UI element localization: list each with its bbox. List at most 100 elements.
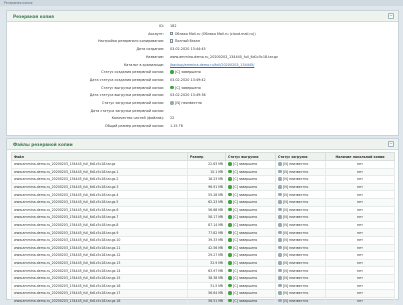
backup-details-fields: ID: 182 Аккаунт: Облако Mail.ru (Облако Mai… (7, 23, 398, 135)
field-value: 1.15 Гб (170, 123, 183, 131)
download-status-text: [N] неизвестно (283, 291, 309, 296)
field-value: Облако Mail.ru (Облако Mail.ru (cloud.ma… (170, 31, 256, 39)
table-row: www.ammina-demo.ru_20200203_134445_full_… (11, 235, 395, 245)
local-copy-cell: нет (325, 197, 395, 207)
table-row: www.ammina-demo.ru_20200203_134445_full_… (11, 266, 395, 275)
files-table: Файл Размер Статус выгрузки Статус загру… (11, 152, 395, 305)
column-header-size[interactable]: Размер (187, 152, 226, 161)
field-value-text: www.ammina-demo.ru_20200203_134445_full_… (170, 54, 278, 59)
field-label: Статус создания резервной копии: (101, 70, 164, 75)
field-value-text: Полный бэкап (174, 39, 200, 44)
upload-status-cell: [С] завершено (225, 190, 276, 199)
status-ok-icon (228, 276, 232, 280)
status-ok-icon (228, 192, 232, 197)
local-copy-cell: нет (325, 251, 395, 260)
status-ok-icon (228, 283, 232, 288)
table-row: www.ammina-demo.ru_20200203_134445_full_… (11, 197, 395, 207)
files-table-wrap: Файл Размер Статус выгрузки Статус загру… (11, 152, 395, 305)
top-title: Резервная копия (4, 1, 33, 5)
field-value: Полный бэкап (170, 38, 200, 46)
field-row: Аккаунт: Облако Mail.ru (Облако Mail.ru (… (7, 31, 398, 39)
download-status-text: [N] неизвестно (283, 283, 309, 288)
table-row: www.ammina-demo.ru_20200203_134445_full_… (11, 175, 395, 184)
download-status-cell: [N] неизвестно (275, 220, 326, 230)
table-row: www.ammina-demo.ru_20200203_134445_full_… (11, 190, 395, 199)
download-status-cell: [N] неизвестно (275, 266, 326, 275)
file-size-cell: 56.51 Мб (187, 296, 226, 305)
table-row: www.ammina-demo.ru_20200203_134445_full_… (11, 273, 395, 283)
collapse-icon[interactable]: − (388, 13, 394, 19)
download-status-text: [N] неизвестно (283, 230, 309, 235)
field-label: Общий размер резервной копии: (104, 124, 164, 129)
column-header-local-copy[interactable]: Наличие локальной копии (325, 152, 395, 161)
field-value-text: 182 (170, 24, 177, 28)
status-ok-icon (228, 177, 232, 181)
storage-folder-link[interactable]: /backup/ammina-demo.ru/full/20200203_134… (170, 63, 254, 67)
upload-status-cell: [С] завершено (225, 296, 276, 305)
local-copy-cell: нет (325, 205, 395, 215)
column-header-upload-status[interactable]: Статус выгрузки (225, 152, 276, 161)
top-bar (0, 0, 403, 6)
download-status-text: [N] неизвестно (283, 268, 309, 273)
field-value[interactable]: /backup/ammina-demo.ru/full/20200203_134… (170, 62, 254, 70)
collapse-icon[interactable]: − (388, 141, 394, 147)
file-name-cell: www.ammina-demo.ru_20200203_134445_full_… (11, 167, 188, 177)
status-unknown-icon (278, 177, 282, 181)
download-status-cell: [N] неизвестно (275, 197, 326, 207)
field-value-text: 03.02.2020 13:49:42 (170, 77, 206, 82)
file-size-cell: 87.14 Мб (187, 220, 226, 230)
field-label: Дата статуса выгрузки резервной копии: (89, 93, 164, 98)
upload-status-cell: [С] завершено (225, 273, 276, 283)
column-header-download-status[interactable]: Статус загрузки (275, 152, 326, 161)
status-unknown-icon (278, 192, 282, 197)
upload-status-cell: [С] завершено (225, 266, 276, 275)
file-name-cell: www.ammina-demo.ru_20200203_134445_full_… (11, 296, 188, 305)
status-ok-icon (228, 169, 232, 174)
status-icon (170, 100, 174, 105)
field-value: [N] неизвестно (170, 100, 202, 108)
status-ok-icon (228, 268, 232, 273)
backup-details-header: Резервная копия − (7, 11, 398, 22)
upload-status-text: [С] завершено (233, 261, 258, 266)
file-name-cell: www.ammina-demo.ru_20200203_134445_full_… (11, 213, 188, 222)
column-header-file[interactable]: Файл (11, 152, 188, 161)
local-copy-cell: нет (325, 160, 395, 169)
status-unknown-icon (278, 215, 282, 219)
status-icon (170, 70, 174, 74)
status-unknown-icon (278, 200, 282, 204)
file-size-cell: 10.1 Мб (187, 167, 226, 177)
status-unknown-icon (278, 162, 282, 166)
local-copy-cell: нет (325, 228, 395, 237)
download-status-cell: [N] неизвестно (275, 281, 326, 291)
field-row: Общий размер резервной копии: 1.15 Гб (7, 123, 398, 131)
file-size-cell: 77.82 Мб (187, 228, 226, 237)
local-copy-cell: нет (325, 296, 395, 305)
file-size-cell: 22.63 Мб (187, 160, 226, 169)
status-unknown-icon (278, 276, 282, 280)
status-ok-icon (228, 230, 232, 235)
file-name-cell: www.ammina-demo.ru_20200203_134445_full_… (11, 281, 188, 291)
download-status-text: [N] неизвестно (283, 261, 309, 266)
file-name-cell: www.ammina-demo.ru_20200203_134445_full_… (11, 235, 188, 245)
download-status-text: [N] неизвестно (283, 177, 309, 182)
download-status-cell: [N] неизвестно (275, 251, 326, 260)
table-row: www.ammina-demo.ru_20200203_134445_full_… (11, 289, 395, 298)
download-status-cell: [N] неизвестно (275, 182, 326, 192)
field-label: Дата статуса создания резервной копии: (89, 77, 164, 82)
field-row: Название: www.ammina-demo.ru_20200203_134… (7, 54, 398, 62)
table-row: www.ammina-demo.ru_20200203_134445_full_… (11, 281, 395, 291)
field-value: [С] завершено (170, 69, 201, 77)
file-name-cell: www.ammina-demo.ru_20200203_134445_full_… (11, 160, 188, 169)
upload-status-cell: [С] завершено (225, 167, 276, 177)
file-size-cell: 18.23 Мб (187, 175, 226, 184)
upload-status-text: [С] завершено (233, 162, 258, 167)
field-value-text: 22 (170, 116, 175, 121)
file-name-cell: www.ammina-demo.ru_20200203_134445_full_… (11, 243, 188, 253)
file-name-cell: www.ammina-demo.ru_20200203_134445_full_… (11, 190, 188, 199)
table-row: www.ammina-demo.ru_20200203_134445_full_… (11, 213, 395, 222)
file-size-cell: 32.9 Мб (187, 258, 226, 268)
download-status-text: [N] неизвестно (283, 223, 309, 228)
file-name-cell: www.ammina-demo.ru_20200203_134445_full_… (11, 258, 188, 268)
status-unknown-icon (278, 230, 282, 235)
download-status-text: [N] неизвестно (283, 207, 309, 212)
